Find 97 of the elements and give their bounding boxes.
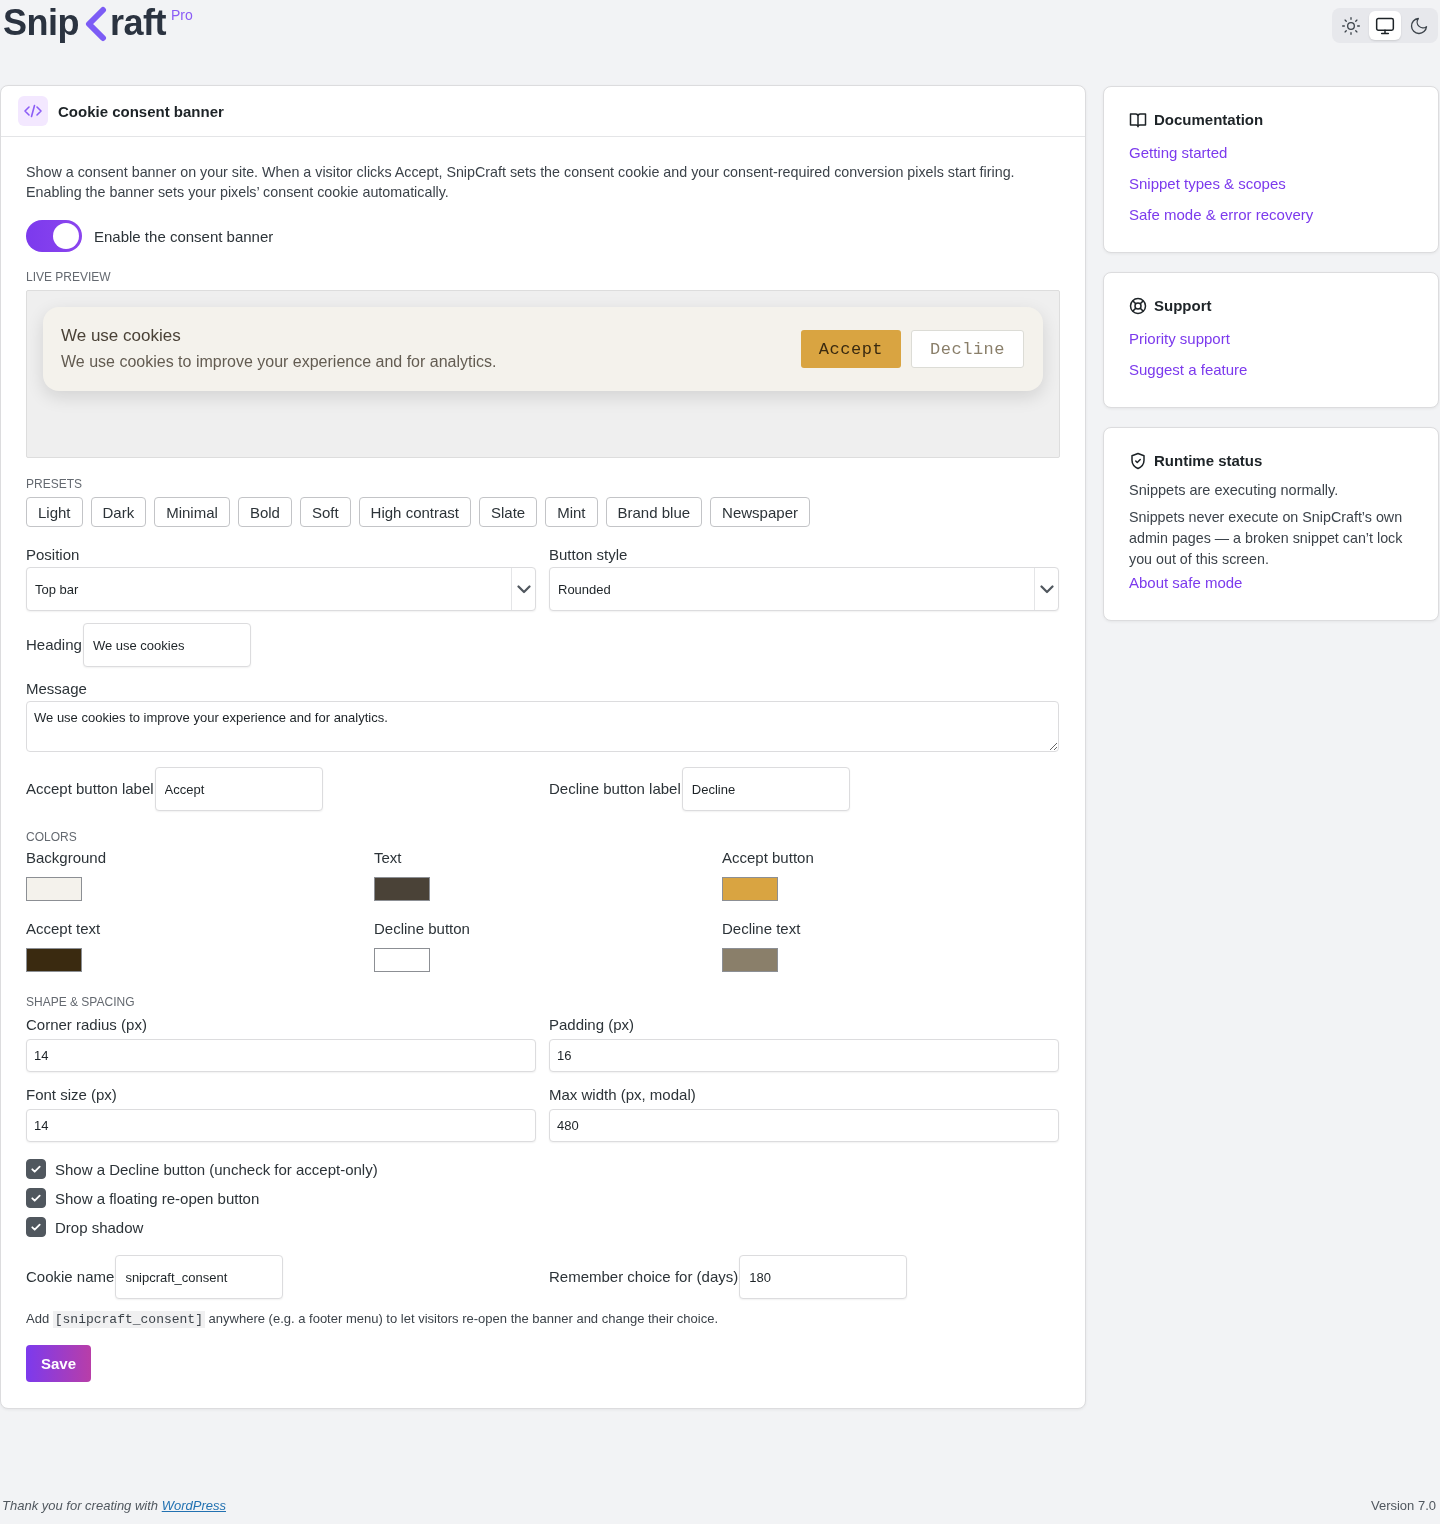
check-icon <box>30 1163 42 1175</box>
field-label: Remember choice for (days) <box>549 1268 739 1286</box>
preset-button[interactable]: High contrast <box>358 497 471 527</box>
color-swatch[interactable] <box>374 877 430 901</box>
text-field[interactable]: snipcraft_consent <box>115 1255 284 1299</box>
sidebar-link[interactable]: Suggest a feature <box>1129 360 1248 380</box>
field-label: Max width (px, modal) <box>549 1086 697 1104</box>
enable-toggle[interactable] <box>26 220 82 252</box>
section-heading: PRESETS <box>26 477 83 491</box>
check-icon <box>30 1221 42 1233</box>
text-field[interactable]: We use cookies <box>82 623 251 667</box>
decline-button[interactable]: Decline <box>911 330 1024 368</box>
sidebar-link[interactable]: Snippet types & scopes <box>1129 174 1286 194</box>
banner-heading: We use cookies <box>61 325 182 347</box>
field-label: Padding (px) <box>549 1016 636 1034</box>
field-label: Position <box>26 546 81 564</box>
section-heading: LIVE PREVIEW <box>26 270 112 284</box>
caret-icon <box>516 584 531 594</box>
status-text: Snippets are executing normally. <box>1129 481 1339 500</box>
number-field[interactable]: 14 <box>26 1039 536 1072</box>
preset-button[interactable]: Dark <box>90 497 147 527</box>
lifebuoy-icon <box>1129 297 1147 315</box>
section-heading: SHAPE & SPACING <box>26 995 136 1009</box>
logo-text: Snip <box>3 3 79 43</box>
field-label: Text <box>374 849 403 867</box>
message-field[interactable]: We use cookies to improve your experience and for analytics. <box>26 701 1059 752</box>
card-title: Runtime status <box>1154 452 1263 470</box>
dropdown-field[interactable]: Top bar <box>26 567 536 611</box>
theme-button[interactable] <box>1369 11 1401 40</box>
field-label: Cookie name <box>26 1268 115 1286</box>
preset-button[interactable]: Newspaper <box>710 497 810 527</box>
shield-check-icon <box>1129 452 1147 470</box>
monitor-icon <box>1375 15 1395 36</box>
number-field[interactable]: 16 <box>549 1039 1059 1072</box>
color-swatch[interactable] <box>26 877 82 901</box>
number-field[interactable]: 14 <box>26 1109 536 1142</box>
preset-button[interactable]: Minimal <box>154 497 230 527</box>
checkbox-label: Drop shadow <box>55 1218 144 1236</box>
field-label: Decline text <box>722 920 802 938</box>
preset-button[interactable]: Soft <box>299 497 351 527</box>
field-label: Corner radius (px) <box>26 1016 148 1034</box>
moon-icon <box>1409 15 1429 36</box>
text-field[interactable]: Decline <box>681 767 850 811</box>
sidebar-link[interactable]: About safe mode <box>1129 573 1243 593</box>
field-label: Heading <box>26 636 82 654</box>
preset-button[interactable]: Mint <box>545 497 598 527</box>
field-label: Accept button label <box>26 780 154 798</box>
chevron-icon <box>84 6 108 42</box>
sun-icon <box>1341 15 1361 36</box>
color-swatch[interactable] <box>722 948 778 972</box>
preset-button[interactable]: Bold <box>237 497 292 527</box>
sidebar-link[interactable]: Safe mode & error recovery <box>1129 205 1314 225</box>
wordpress-link[interactable]: WordPress <box>161 1498 226 1513</box>
field-label: Accept text <box>26 920 102 938</box>
field-label: Message <box>26 680 88 698</box>
description-text: Show a consent banner on your site. When a visitor clicks Accept, SnipCraft sets the consent cookie and your consent-required conversion pixels start firing. Enabling the banner sets your pixels’ consent cookie automatically. <box>26 163 1016 202</box>
field-label: Decline button <box>374 920 471 938</box>
check-icon <box>30 1192 42 1204</box>
caret-icon <box>1039 584 1054 594</box>
color-swatch[interactable] <box>26 948 82 972</box>
text-field[interactable]: 180 <box>739 1255 908 1299</box>
help-text: Add [snipcraft_consent] anywhere (e.g. a footer menu) to let visitors re-open the banner and change their choice. <box>26 1310 720 1329</box>
checkbox[interactable] <box>26 1217 46 1237</box>
logo-text: raft <box>110 3 166 43</box>
sidebar-link[interactable]: Priority support <box>1129 329 1230 349</box>
accept-button[interactable]: Accept <box>800 330 902 368</box>
section-heading: COLORS <box>26 830 78 844</box>
number-field[interactable]: 480 <box>549 1109 1059 1142</box>
card-title: Documentation <box>1154 111 1264 129</box>
sidebar-link[interactable]: Getting started <box>1129 143 1228 163</box>
banner-message: We use cookies to improve your experience and for analytics. <box>61 352 497 372</box>
field-label: Decline button label <box>549 780 681 798</box>
note-text: Snippets never execute on SnipCraft’s own admin pages — a broken snippet can’t lock you out of this screen. <box>1129 508 1404 569</box>
code-icon <box>18 96 48 126</box>
text-field[interactable]: Accept <box>154 767 323 811</box>
checkbox-label: Show a floating re-open button <box>55 1189 260 1207</box>
field-label: Background <box>26 849 108 867</box>
footer-text: Thank you for creating with WordPress <box>2 1497 226 1515</box>
version-text: Version 7.0 <box>1370 1497 1436 1515</box>
plan-label: Pro <box>171 7 193 23</box>
field-label: Accept button <box>722 849 815 867</box>
checkbox[interactable] <box>26 1159 46 1179</box>
field-label: Font size (px) <box>26 1086 118 1104</box>
card-title: Cookie consent banner <box>58 102 224 120</box>
toggle-label: Enable the consent banner <box>94 227 274 245</box>
card-title: Support <box>1154 297 1212 315</box>
preset-button[interactable]: Light <box>26 497 83 527</box>
preset-button[interactable]: Slate <box>479 497 538 527</box>
preset-button[interactable]: Brand blue <box>605 497 703 527</box>
color-swatch[interactable] <box>374 948 430 972</box>
field-label: Button style <box>549 546 629 564</box>
save-button[interactable]: Save <box>26 1345 92 1382</box>
color-swatch[interactable] <box>722 877 778 901</box>
dropdown-field[interactable]: Rounded <box>549 567 1059 611</box>
checkbox[interactable] <box>26 1188 46 1208</box>
checkbox-label: Show a Decline button (uncheck for accept-only) <box>55 1160 378 1178</box>
book-icon <box>1129 111 1147 129</box>
